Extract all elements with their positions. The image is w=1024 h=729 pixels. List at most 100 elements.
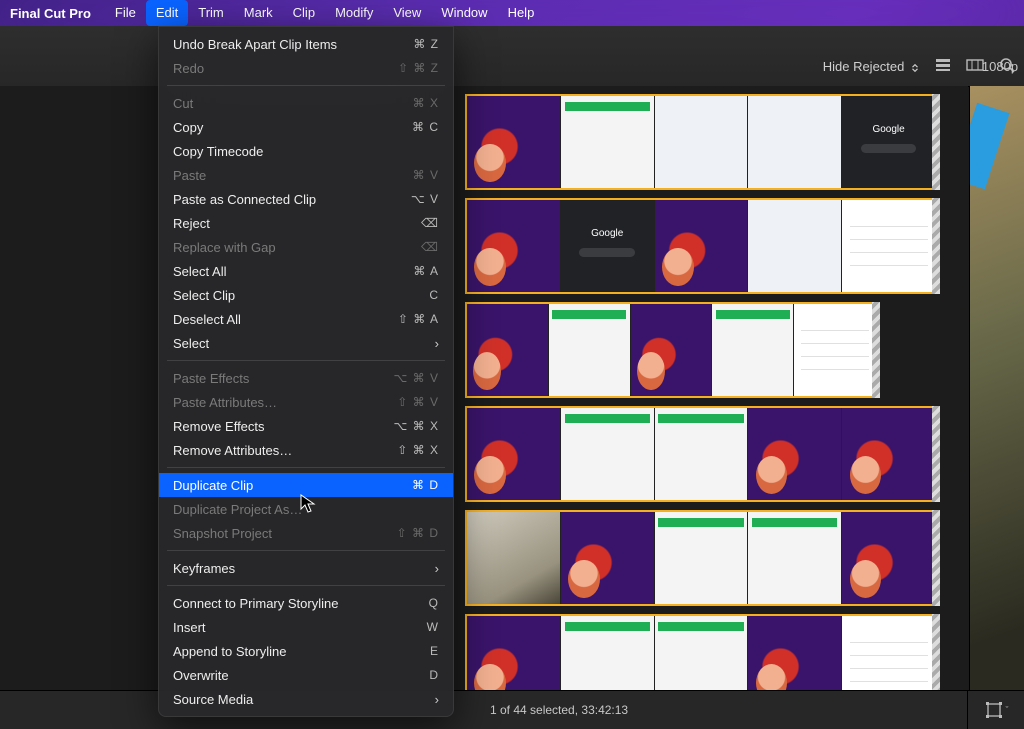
menu-item-remove-effects[interactable]: Remove Effects⌥ ⌘ X <box>159 414 453 438</box>
clip-frame <box>467 616 561 691</box>
menu-trim[interactable]: Trim <box>188 0 234 26</box>
clip-row[interactable] <box>0 302 968 398</box>
menu-item-deselect-all[interactable]: Deselect All⇧ ⌘ A <box>159 307 453 331</box>
menu-item-shortcut: W <box>427 620 439 634</box>
clip-filter-dropdown[interactable]: Hide Rejected <box>823 59 920 74</box>
clip-filmstrip[interactable] <box>465 406 938 502</box>
menu-item-shortcut: ⇧ ⌘ Z <box>398 61 439 75</box>
menu-item-shortcut: ⌘ Z <box>413 37 439 51</box>
clip-filmstrip[interactable] <box>465 94 938 190</box>
menu-item-select-clip[interactable]: Select ClipC <box>159 283 453 307</box>
menu-item-copy[interactable]: Copy⌘ C <box>159 115 453 139</box>
clip-frame <box>561 512 655 604</box>
menu-item-label: Keyframes <box>173 561 435 576</box>
app-name[interactable]: Final Cut Pro <box>10 6 91 21</box>
menu-separator <box>167 585 445 586</box>
menu-item-paste-as-connected-clip[interactable]: Paste as Connected Clip⌥ V <box>159 187 453 211</box>
menu-item-connect-to-primary-storyline[interactable]: Connect to Primary StorylineQ <box>159 591 453 615</box>
menu-separator <box>167 550 445 551</box>
menu-item-overwrite[interactable]: OverwriteD <box>159 663 453 687</box>
menu-item-select-all[interactable]: Select All⌘ A <box>159 259 453 283</box>
clip-end-marker <box>872 302 880 398</box>
menu-item-shortcut: ⌘ C <box>412 120 439 134</box>
menu-view[interactable]: View <box>383 0 431 26</box>
clip-end-marker <box>932 406 940 502</box>
menu-item-undo-break-apart-clip-items[interactable]: Undo Break Apart Clip Items⌘ Z <box>159 32 453 56</box>
menu-item-shortcut: ⌘ A <box>413 264 439 278</box>
chevron-right-icon: › <box>435 692 439 707</box>
menu-edit[interactable]: Edit <box>146 0 188 26</box>
edit-menu-dropdown: Undo Break Apart Clip Items⌘ ZRedo⇧ ⌘ ZC… <box>158 26 454 717</box>
viewer-panel[interactable] <box>969 86 1024 691</box>
menu-item-insert[interactable]: InsertW <box>159 615 453 639</box>
clip-frame <box>655 96 749 188</box>
menu-help[interactable]: Help <box>498 0 545 26</box>
clip-row[interactable] <box>0 510 968 606</box>
menu-item-keyframes[interactable]: Keyframes› <box>159 556 453 580</box>
list-view-icon[interactable] <box>934 56 952 77</box>
menu-item-duplicate-project-as: Duplicate Project As… <box>159 497 453 521</box>
clip-browser[interactable] <box>0 86 968 691</box>
menu-modify[interactable]: Modify <box>325 0 383 26</box>
menu-item-select[interactable]: Select› <box>159 331 453 355</box>
menu-file[interactable]: File <box>105 0 146 26</box>
clip-frame <box>549 304 631 396</box>
menu-item-shortcut: ⌫ <box>421 216 439 230</box>
clip-frame <box>561 616 655 691</box>
clip-end-marker <box>932 198 940 294</box>
menu-item-label: Replace with Gap <box>173 240 421 255</box>
clip-frame <box>748 96 842 188</box>
clip-frame <box>842 616 936 691</box>
menu-item-source-media[interactable]: Source Media› <box>159 687 453 711</box>
menu-item-redo: Redo⇧ ⌘ Z <box>159 56 453 80</box>
menu-clip[interactable]: Clip <box>283 0 325 26</box>
menu-window[interactable]: Window <box>431 0 497 26</box>
menu-item-label: Cut <box>173 96 413 111</box>
clip-frame <box>561 96 655 188</box>
menu-mark[interactable]: Mark <box>234 0 283 26</box>
clip-row[interactable] <box>0 198 968 294</box>
resolution-label: 1080p <box>976 26 1024 86</box>
clip-row[interactable] <box>0 614 968 691</box>
menu-item-copy-timecode[interactable]: Copy Timecode <box>159 139 453 163</box>
menu-item-shortcut: ⇧ ⌘ X <box>397 443 439 457</box>
clip-frame <box>794 304 876 396</box>
menu-item-label: Redo <box>173 61 398 76</box>
menu-item-label: Undo Break Apart Clip Items <box>173 37 413 52</box>
menu-item-snapshot-project: Snapshot Project⇧ ⌘ D <box>159 521 453 545</box>
menu-item-shortcut: ⇧ ⌘ D <box>397 526 439 540</box>
clip-filmstrip[interactable] <box>465 302 878 398</box>
clip-row[interactable] <box>0 94 968 190</box>
status-text: 1 of 44 selected, 33:42:13 <box>490 703 628 717</box>
menu-item-label: Paste Effects <box>173 371 394 386</box>
clip-end-marker <box>932 510 940 606</box>
menu-item-paste-attributes: Paste Attributes…⇧ ⌘ V <box>159 390 453 414</box>
clip-filmstrip[interactable] <box>465 614 938 691</box>
menu-item-shortcut: ⌫ <box>421 240 439 254</box>
menu-item-label: Duplicate Clip <box>173 478 412 493</box>
menu-item-label: Copy <box>173 120 412 135</box>
clip-frame <box>467 408 561 500</box>
chevron-down-icon: ˇ <box>1006 705 1009 715</box>
menu-item-append-to-storyline[interactable]: Append to StorylineE <box>159 639 453 663</box>
clip-filmstrip[interactable] <box>465 510 938 606</box>
clip-frame <box>561 408 655 500</box>
menu-item-remove-attributes[interactable]: Remove Attributes…⇧ ⌘ X <box>159 438 453 462</box>
clip-end-marker <box>932 94 940 190</box>
menu-item-duplicate-clip[interactable]: Duplicate Clip⌘ D <box>159 473 453 497</box>
menu-item-label: Select All <box>173 264 413 279</box>
clip-frame <box>748 616 842 691</box>
menu-item-label: Connect to Primary Storyline <box>173 596 429 611</box>
clip-frame <box>842 512 936 604</box>
chevron-right-icon: › <box>435 336 439 351</box>
transform-tool[interactable]: ˇ <box>967 690 1024 729</box>
menu-item-reject[interactable]: Reject⌫ <box>159 211 453 235</box>
menu-item-label: Paste <box>173 168 413 183</box>
browser-toolbar: Hide Rejected <box>0 26 1024 87</box>
menu-item-label: Duplicate Project As… <box>173 502 439 517</box>
menu-item-label: Copy Timecode <box>173 144 439 159</box>
menu-item-shortcut: ⌘ V <box>413 168 439 182</box>
clip-filmstrip[interactable] <box>465 198 938 294</box>
menu-item-label: Remove Attributes… <box>173 443 397 458</box>
clip-row[interactable] <box>0 406 968 502</box>
